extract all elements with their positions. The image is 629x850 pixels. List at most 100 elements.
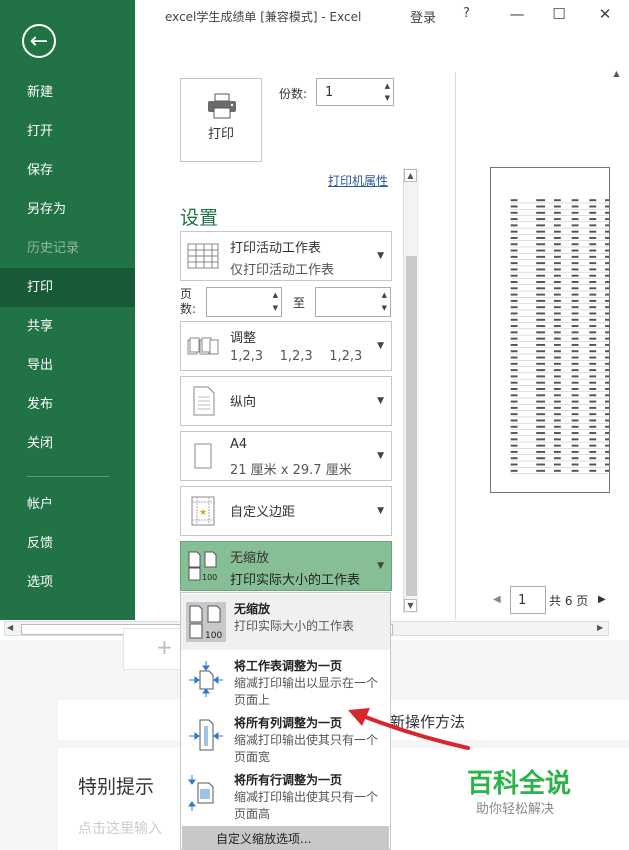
setting-title: 打印活动工作表	[230, 241, 322, 256]
page-number-input[interactable]: 1	[510, 586, 546, 614]
pages-label: 页数:	[180, 287, 197, 316]
spin-up-icon[interactable]: ▲	[385, 82, 390, 90]
page-from-input[interactable]: ▲ ▼	[206, 287, 282, 317]
menu-divider	[27, 476, 109, 477]
scroll-up-icon[interactable]: ▲	[610, 68, 623, 81]
watermark-slogan: 助你轻松解决	[476, 802, 555, 817]
menu-account[interactable]: 帐户	[0, 485, 135, 524]
chevron-down-icon: ▼	[377, 451, 384, 461]
scroll-left-icon[interactable]: ◀	[7, 623, 13, 632]
option-desc: 打印实际大小的工作表	[234, 619, 355, 633]
spin-down-icon[interactable]: ▼	[382, 304, 387, 312]
custom-scaling-label: 自定义缩放选项...	[216, 832, 312, 846]
fit-rows-icon	[188, 775, 214, 811]
help-icon[interactable]: ?	[463, 6, 470, 21]
plus-icon[interactable]: +	[156, 635, 173, 659]
scaling-option-fit-rows[interactable]: 将所有行调整为一页 缩减打印输出使其只有一个页面高	[181, 765, 390, 821]
menu-print[interactable]: 打印	[0, 268, 135, 307]
sheet-grid-icon	[187, 243, 219, 269]
copies-value: 1	[325, 85, 334, 100]
option-desc: 缩减打印输出使其只有一个页面高	[234, 790, 379, 821]
paper-size-dropdown[interactable]: A4 21 厘米 x 29.7 厘米 ▼	[180, 431, 392, 481]
scaling-option-no-scaling[interactable]: 100 无缩放 打印实际大小的工作表	[181, 594, 390, 650]
menu-open[interactable]: 打开	[0, 112, 135, 151]
menu-export[interactable]: 导出	[0, 346, 135, 385]
spin-down-icon[interactable]: ▼	[385, 94, 390, 102]
portrait-icon	[193, 386, 215, 416]
prev-page-icon[interactable]: ◀	[493, 594, 501, 605]
svg-text:100: 100	[205, 631, 222, 641]
watermark-brand: 百科全说	[467, 769, 572, 799]
spin-up-icon[interactable]: ▲	[273, 291, 278, 299]
setting-subtitle: 21 厘米 x 29.7 厘米	[230, 463, 352, 478]
excel-window: ← 新建 打开 保存 另存为 历史记录 打印 共享 导出 发布 关闭 帐户 反馈…	[0, 0, 629, 641]
margins-icon: ★	[191, 496, 215, 526]
margins-dropdown[interactable]: ★ 自定义边距 ▼	[180, 486, 392, 536]
print-button[interactable]: 打印	[180, 78, 262, 162]
print-preview-page	[490, 167, 610, 493]
menu-share[interactable]: 共享	[0, 307, 135, 346]
menu-history: 历史记录	[27, 241, 80, 256]
option-title: 将所有列调整为一页	[234, 716, 343, 730]
scroll-right-icon[interactable]: ▶	[597, 623, 603, 632]
spin-up-icon[interactable]: ▲	[382, 291, 387, 299]
printer-properties-link[interactable]: 打印机属性	[328, 172, 388, 189]
setting-subtitle: 1,2,3 1,2,3 1,2,3	[230, 349, 363, 364]
window-title: excel学生成绩单 [兼容模式] - Excel	[165, 10, 362, 24]
chevron-down-icon: ▼	[377, 341, 384, 351]
orientation-dropdown[interactable]: 纵向 ▼	[180, 376, 392, 426]
scroll-up-icon[interactable]: ▲	[404, 169, 417, 182]
close-icon[interactable]: ✕	[595, 5, 615, 23]
chevron-down-icon: ▼	[377, 506, 384, 516]
menu-feedback[interactable]: 反馈	[0, 524, 135, 563]
scaling-dropdown[interactable]: 100 无缩放 打印实际大小的工作表 ▼	[180, 541, 392, 591]
scaling-option-fit-sheet[interactable]: 将工作表调整为一页 缩减打印输出以显示在一个页面上	[181, 651, 390, 707]
print-what-dropdown[interactable]: 打印活动工作表 仅打印活动工作表 ▼	[180, 231, 392, 281]
settings-scrollbar[interactable]	[403, 168, 419, 613]
menu-save-as[interactable]: 另存为	[0, 190, 135, 229]
menu-close[interactable]: 关闭	[0, 424, 135, 463]
collate-icon	[187, 337, 219, 355]
chevron-down-icon: ▼	[377, 251, 384, 261]
backstage-sidebar: ← 新建 打开 保存 另存为 历史记录 打印 共享 导出 发布 关闭 帐户 反馈…	[0, 0, 135, 620]
menu-new[interactable]: 新建	[0, 73, 135, 112]
fit-columns-icon	[189, 719, 223, 751]
special-tip-title: 特别提示	[78, 776, 155, 798]
print-button-label: 打印	[207, 127, 234, 142]
spin-down-icon[interactable]: ▼	[273, 304, 278, 312]
menu-publish[interactable]: 发布	[0, 385, 135, 424]
scrollbar-thumb[interactable]	[406, 256, 417, 596]
minimize-icon[interactable]: —	[507, 5, 527, 23]
paper-size-icon	[194, 443, 212, 469]
setting-title: 调整	[230, 331, 257, 346]
pane-divider	[455, 72, 456, 620]
login-link[interactable]: 登录	[410, 7, 436, 26]
total-pages-label: 共 6 页	[549, 594, 589, 608]
custom-scaling-options[interactable]: 自定义缩放选项...	[182, 826, 389, 849]
setting-title: 无缩放	[230, 551, 270, 566]
copies-input[interactable]: 1 ▲ ▼	[316, 78, 394, 106]
next-page-icon[interactable]: ▶	[598, 594, 606, 605]
settings-title: 设置	[180, 207, 219, 229]
setting-title: A4	[230, 437, 248, 452]
menu-options[interactable]: 选项	[0, 563, 135, 602]
menu-save[interactable]: 保存	[0, 151, 135, 190]
copies-label: 份数:	[279, 87, 308, 101]
title-bar: excel学生成绩单 [兼容模式] - Excel 登录 ? — ☐ ✕	[135, 0, 629, 32]
chevron-down-icon: ▼	[377, 561, 384, 571]
setting-title: 自定义边距	[230, 505, 296, 520]
scroll-down-icon[interactable]: ▼	[404, 599, 417, 612]
page-to-input[interactable]: ▲ ▼	[315, 287, 391, 317]
setting-title: 纵向	[230, 395, 257, 410]
red-arrow-annotation	[348, 708, 470, 750]
no-scaling-icon: 100	[188, 551, 217, 582]
option-title: 将工作表调整为一页	[234, 659, 343, 673]
fit-sheet-icon	[189, 661, 223, 697]
maximize-icon[interactable]: ☐	[549, 5, 569, 23]
svg-text:★: ★	[199, 508, 207, 518]
setting-subtitle: 仅打印活动工作表	[230, 263, 335, 278]
setting-subtitle: 打印实际大小的工作表	[230, 573, 361, 588]
input-hint[interactable]: 点击这里输入	[78, 818, 162, 838]
collate-dropdown[interactable]: 调整 1,2,3 1,2,3 1,2,3 ▼	[180, 321, 392, 371]
back-arrow-icon[interactable]: ←	[22, 24, 56, 58]
